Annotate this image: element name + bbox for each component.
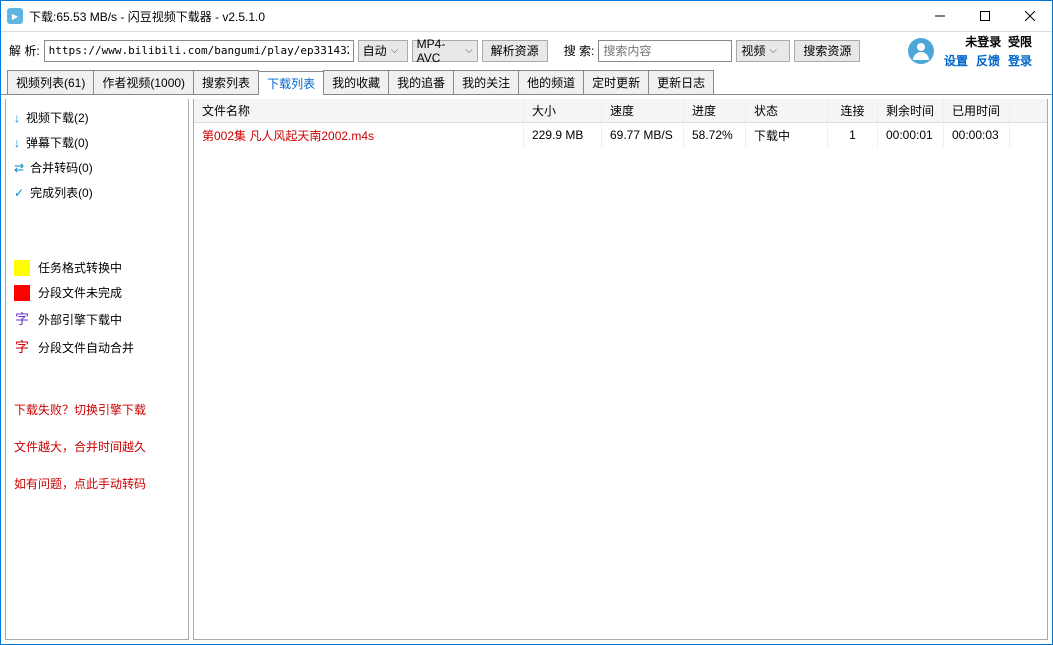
table-row[interactable]: 第002集 凡人风起天南2002.m4s229.9 MB69.77 MB/S58… (194, 123, 1047, 147)
search-input[interactable] (598, 40, 732, 62)
sidebar-item-0[interactable]: ↓ 视频下载(2) (14, 109, 180, 126)
download-icon: ↓ (14, 136, 20, 150)
format-select[interactable]: MP4-AVC⌵ (412, 40, 478, 62)
main-panel: 文件名称 大小 速度 进度 状态 连接 剩余时间 已用时间 第002集 凡人风起… (193, 99, 1048, 640)
login-status: 未登录 受限 (965, 33, 1032, 50)
legend-swatch (14, 260, 30, 276)
tab-8[interactable]: 定时更新 (583, 70, 649, 94)
sidebar-item-1[interactable]: ↓ 弹幕下载(0) (14, 134, 180, 151)
legend-item-2: 字外部引擎下载中 (14, 309, 180, 329)
cell-size: 229.9 MB (524, 123, 602, 147)
tab-1[interactable]: 作者视频(1000) (93, 70, 194, 94)
tab-4[interactable]: 我的收藏 (323, 70, 389, 94)
legend-char: 字 (14, 309, 30, 329)
legend-swatch (14, 285, 30, 301)
download-icon: ↓ (14, 111, 20, 125)
legend-label: 任务格式转换中 (38, 259, 122, 276)
search-button[interactable]: 搜索资源 (794, 40, 860, 62)
parse-button[interactable]: 解析资源 (482, 40, 548, 62)
tab-6[interactable]: 我的关注 (453, 70, 519, 94)
tab-9[interactable]: 更新日志 (648, 70, 714, 94)
th-used[interactable]: 已用时间 (944, 99, 1010, 122)
cell-conn: 1 (828, 123, 878, 147)
th-remain[interactable]: 剩余时间 (878, 99, 944, 122)
table-body: 第002集 凡人风起天南2002.m4s229.9 MB69.77 MB/S58… (194, 123, 1047, 639)
chevron-down-icon: ⌵ (465, 45, 473, 56)
window-title: 下载:65.53 MB/s - 闪豆视频下载器 - v2.5.1.0 (29, 8, 917, 25)
sidebar-item-label: 完成列表(0) (30, 184, 93, 201)
sidebar-item-2[interactable]: ⇄ 合并转码(0) (14, 159, 180, 176)
legend-label: 外部引擎下载中 (38, 311, 122, 328)
th-status[interactable]: 状态 (746, 99, 828, 122)
cell-name: 第002集 凡人风起天南2002.m4s (194, 123, 524, 147)
avatar[interactable] (908, 38, 934, 64)
maximize-button[interactable] (962, 1, 1007, 31)
tab-bar: 视频列表(61)作者视频(1000)搜索列表下载列表我的收藏我的追番我的关注他的… (1, 69, 1052, 95)
th-speed[interactable]: 速度 (602, 99, 684, 122)
cell-progress: 58.72% (684, 123, 746, 147)
cell-remain: 00:00:01 (878, 123, 944, 147)
legend-item-0: 任务格式转换中 (14, 259, 180, 276)
legend-item-3: 字分段文件自动合并 (14, 337, 180, 357)
swap-icon: ⇄ (14, 161, 24, 175)
legend-label: 分段文件自动合并 (38, 339, 134, 356)
titlebar: 下载:65.53 MB/s - 闪豆视频下载器 - v2.5.1.0 (1, 1, 1052, 31)
chevron-down-icon: ⌵ (391, 45, 399, 56)
th-conn[interactable]: 连接 (828, 99, 878, 122)
sidebar-item-label: 视频下载(2) (26, 109, 89, 126)
parse-label: 解 析: (9, 42, 40, 59)
minimize-button[interactable] (917, 1, 962, 31)
login-link[interactable]: 登录 (1008, 52, 1032, 69)
cell-used: 00:00:03 (944, 123, 1010, 147)
cell-speed: 69.77 MB/S (602, 123, 684, 147)
close-button[interactable] (1007, 1, 1052, 31)
tab-0[interactable]: 视频列表(61) (7, 70, 94, 94)
url-input[interactable] (44, 40, 354, 62)
sidebar: ↓ 视频下载(2) ↓ 弹幕下载(0)⇄ 合并转码(0) ✓ 完成列表(0) 任务格式转换中分… (5, 99, 189, 640)
legend-char: 字 (14, 337, 30, 357)
toolbar: 解 析: 自动⌵ MP4-AVC⌵ 解析资源 搜 索: 视频⌵ 搜索资源 未登录… (1, 31, 1052, 69)
sidebar-item-3[interactable]: ✓ 完成列表(0) (14, 184, 180, 201)
check-icon: ✓ (14, 186, 24, 200)
hint-1[interactable]: 文件越大，合并时间越久 (14, 438, 180, 455)
tab-7[interactable]: 他的频道 (518, 70, 584, 94)
sidebar-item-label: 合并转码(0) (30, 159, 93, 176)
feedback-link[interactable]: 反馈 (976, 52, 1000, 69)
th-progress[interactable]: 进度 (684, 99, 746, 122)
legend-label: 分段文件未完成 (38, 284, 122, 301)
settings-link[interactable]: 设置 (944, 52, 968, 69)
legend-item-1: 分段文件未完成 (14, 284, 180, 301)
th-size[interactable]: 大小 (524, 99, 602, 122)
tab-5[interactable]: 我的追番 (388, 70, 454, 94)
chevron-down-icon: ⌵ (769, 45, 777, 56)
tab-3[interactable]: 下载列表 (258, 71, 324, 95)
tab-2[interactable]: 搜索列表 (193, 70, 259, 94)
search-label: 搜 索: (564, 42, 595, 59)
cell-status: 下载中 (746, 123, 828, 147)
auto-select[interactable]: 自动⌵ (358, 40, 408, 62)
app-icon (7, 8, 23, 24)
video-type-select[interactable]: 视频⌵ (736, 40, 790, 62)
table-header: 文件名称 大小 速度 进度 状态 连接 剩余时间 已用时间 (194, 99, 1047, 123)
hint-0[interactable]: 下载失败？切换引擎下载 (14, 401, 180, 418)
hint-2[interactable]: 如有问题，点此手动转码 (14, 475, 180, 492)
th-name[interactable]: 文件名称 (194, 99, 524, 122)
sidebar-item-label: 弹幕下载(0) (26, 134, 89, 151)
